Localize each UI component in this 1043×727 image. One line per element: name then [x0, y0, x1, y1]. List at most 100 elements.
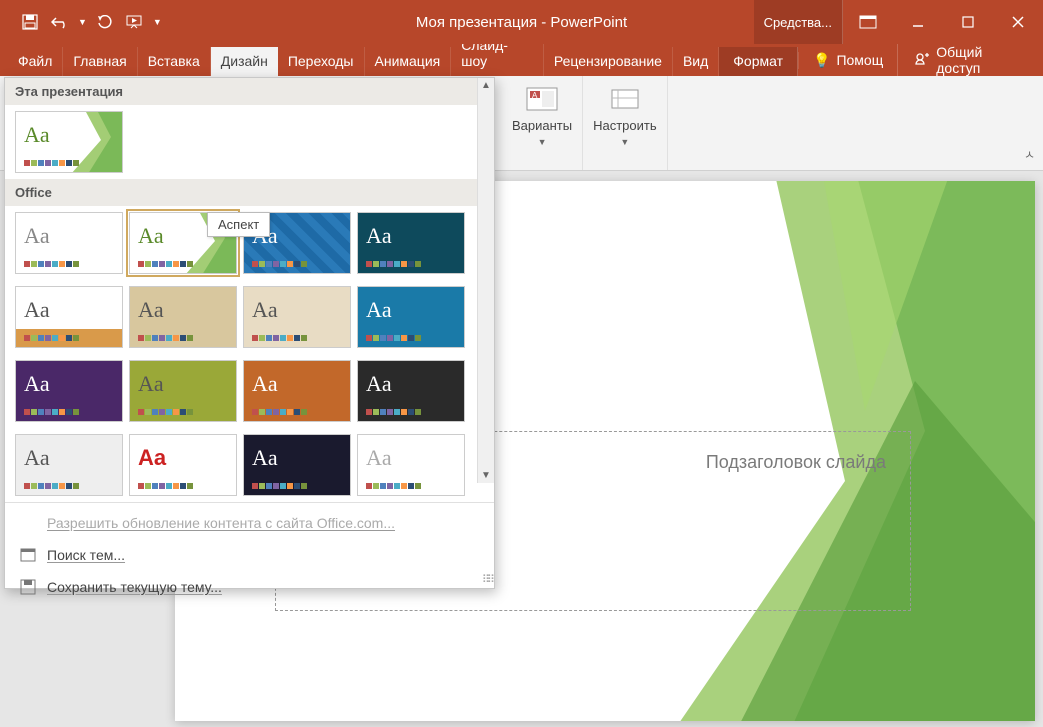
variants-group: A Варианты ▼ [502, 76, 583, 170]
chevron-down-icon: ▼ [620, 137, 629, 147]
minimize-button[interactable] [893, 0, 943, 44]
theme-aa-preview: Aa [366, 297, 392, 323]
theme-aa-preview: Aa [252, 445, 278, 471]
theme-aa-preview: Aa [138, 297, 164, 323]
theme-color-swatch [24, 409, 79, 415]
customize-icon [608, 84, 642, 114]
tab-home[interactable]: Главная [63, 47, 137, 76]
theme-thumbnail[interactable]: Aa [15, 360, 123, 422]
theme-aa-preview: Aa [24, 445, 50, 471]
lightbulb-icon: 💡 [813, 52, 830, 69]
section-office: Office [5, 179, 494, 206]
themes-gallery-panel: Эта презентация Aa Office AaAaAaAaAaAaAa… [4, 77, 495, 589]
browse-themes-link[interactable]: Поиск тем... [5, 539, 494, 571]
tab-animation[interactable]: Анимация [365, 47, 452, 76]
customize-group: Настроить ▼ [583, 76, 668, 170]
start-slideshow-button[interactable] [123, 10, 147, 34]
browse-themes-label: Поиск тем... [47, 547, 125, 563]
close-button[interactable] [993, 0, 1043, 44]
blank-icon [19, 514, 37, 532]
undo-button[interactable] [48, 10, 72, 34]
theme-tooltip: Аспект [207, 212, 270, 237]
theme-color-swatch [138, 409, 193, 415]
browse-icon [19, 546, 37, 564]
theme-color-swatch [366, 335, 421, 341]
theme-aa-preview: Aa [138, 223, 164, 249]
theme-color-swatch [366, 261, 421, 267]
enable-office-content-label: Разрешить обновление контента с сайта Of… [47, 515, 395, 531]
theme-aa-preview: Aa [252, 371, 278, 397]
theme-aa-preview: Aa [366, 371, 392, 397]
svg-text:A: A [532, 91, 538, 100]
qat-customize-icon[interactable]: ▼ [153, 17, 162, 27]
theme-thumbnail[interactable]: Aa [243, 286, 351, 348]
theme-aa-preview: Aa [24, 223, 50, 249]
theme-thumbnail[interactable]: Aa [15, 434, 123, 496]
variants-button[interactable]: A Варианты ▼ [512, 84, 572, 147]
theme-color-swatch [366, 483, 421, 489]
save-button[interactable] [18, 10, 42, 34]
theme-thumbnail[interactable]: Aa [357, 360, 465, 422]
tell-me-help[interactable]: 💡 Помощ [798, 52, 897, 69]
maximize-button[interactable] [943, 0, 993, 44]
undo-dropdown-icon[interactable]: ▼ [78, 17, 87, 27]
theme-thumbnail[interactable]: Aa [15, 286, 123, 348]
theme-aa-preview: Aa [138, 445, 166, 471]
contextual-tools-label[interactable]: Средства... [754, 0, 843, 44]
theme-aa-preview: Aa [366, 445, 392, 471]
theme-thumbnail[interactable]: Aa [243, 360, 351, 422]
tab-view[interactable]: Вид [673, 47, 719, 76]
tab-format[interactable]: Формат [719, 47, 798, 76]
tab-design[interactable]: Дизайн [211, 47, 278, 76]
theme-color-swatch [24, 335, 79, 341]
share-button[interactable]: Общий доступ [897, 44, 1043, 76]
theme-thumbnail[interactable]: Aa [129, 434, 237, 496]
theme-thumbnail[interactable]: Aa [129, 286, 237, 348]
scroll-down-icon[interactable]: ▼ [481, 470, 491, 481]
theme-thumbnail[interactable]: Aa [357, 434, 465, 496]
theme-aa-preview: Aa [24, 297, 50, 323]
theme-color-swatch [366, 409, 421, 415]
theme-color-swatch [252, 483, 307, 489]
customize-button[interactable]: Настроить ▼ [593, 84, 657, 147]
panel-bottom-commands: Разрешить обновление контента с сайта Of… [5, 502, 494, 607]
tab-transitions[interactable]: Переходы [278, 47, 365, 76]
theme-thumbnail[interactable]: Aa [357, 286, 465, 348]
theme-aa-preview: Aa [252, 297, 278, 323]
subtitle-placeholder-text: Подзаголовок слайда [706, 452, 886, 473]
save-theme-icon [19, 578, 37, 596]
save-theme-label: Сохранить текущую тему... [47, 579, 222, 595]
theme-color-swatch [138, 335, 193, 341]
collapse-ribbon-button[interactable]: ㅅ [1024, 146, 1035, 163]
chevron-down-icon: ▼ [538, 137, 547, 147]
ribbon-tabs: Файл Главная Вставка Дизайн Переходы Ани… [0, 44, 1043, 76]
share-label: Общий доступ [936, 44, 1027, 76]
share-icon [914, 51, 930, 70]
enable-office-content-link[interactable]: Разрешить обновление контента с сайта Of… [5, 507, 494, 539]
ribbon-display-options-button[interactable] [843, 0, 893, 44]
panel-scrollbar[interactable]: ▲ ▼ [477, 78, 494, 483]
customize-label: Настроить [593, 118, 657, 133]
theme-thumbnail[interactable]: Aa [15, 111, 123, 173]
tab-review[interactable]: Рецензирование [544, 47, 673, 76]
theme-aa-preview: Aa [138, 371, 164, 397]
theme-thumbnail[interactable]: Aa [15, 212, 123, 274]
tab-file[interactable]: Файл [8, 47, 63, 76]
save-theme-link[interactable]: Сохранить текущую тему... [5, 571, 494, 603]
scroll-up-icon[interactable]: ▲ [481, 80, 491, 91]
theme-color-swatch [138, 483, 193, 489]
theme-thumbnail[interactable]: Aa [243, 434, 351, 496]
theme-color-swatch [252, 335, 307, 341]
theme-color-swatch [24, 483, 79, 489]
theme-aa-preview: Aa [366, 223, 392, 249]
help-label: Помощ [836, 52, 883, 68]
theme-thumbnail[interactable]: Aa [129, 360, 237, 422]
theme-aa-preview: Aa [24, 371, 50, 397]
resize-grip-icon[interactable]: ⠿⠿ [482, 573, 492, 586]
tab-insert[interactable]: Вставка [138, 47, 211, 76]
theme-color-swatch [252, 409, 307, 415]
theme-thumbnail[interactable]: Aa [357, 212, 465, 274]
redo-button[interactable] [93, 10, 117, 34]
quick-access-toolbar: ▼ ▼ [0, 10, 162, 34]
theme-color-swatch [138, 261, 193, 267]
